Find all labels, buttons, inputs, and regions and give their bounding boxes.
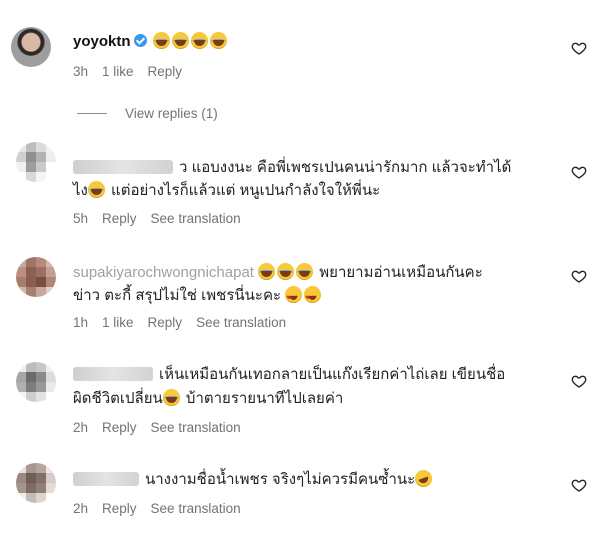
timestamp: 2h (73, 420, 89, 435)
heart-outline-icon[interactable] (571, 40, 587, 56)
timestamp: 1h (73, 315, 89, 330)
reply-button[interactable]: Reply (148, 315, 183, 330)
username[interactable]: yoyoktn (73, 33, 131, 50)
see-translation-button[interactable]: See translation (151, 501, 241, 516)
comment-text-line2: ข่าว ตะกี้ สรุปไม่ใช่ เพชรนี่นะคะ (73, 285, 323, 310)
heart-outline-icon[interactable] (571, 373, 587, 389)
avatar[interactable] (16, 463, 56, 503)
avatar[interactable] (16, 142, 56, 182)
tears-of-joy-emoji-icon (152, 32, 170, 49)
tears-of-joy-emoji-icon (209, 32, 227, 49)
see-translation-button[interactable]: See translation (196, 315, 286, 330)
blurred-username: supakiyarochwongnichapat (73, 264, 254, 281)
blurred-username (73, 472, 139, 486)
comment-meta: 3h 1 like Reply (73, 64, 182, 79)
tears-of-joy-emoji-icon (296, 263, 314, 280)
tears-of-joy-emoji-icon (190, 32, 208, 49)
verified-badge-icon (133, 34, 147, 47)
comment-text-line2: ผิดชีวิตเปลี่ยน บ้าตายรายนาทีไปเลยค่า (73, 389, 344, 407)
reply-button[interactable]: Reply (102, 420, 137, 435)
tears-of-joy-emoji-icon (277, 263, 295, 280)
heart-outline-icon[interactable] (571, 477, 587, 493)
like-count[interactable]: 1 like (102, 315, 134, 330)
avatar[interactable] (11, 27, 51, 67)
tears-of-joy-emoji-icon (162, 389, 180, 406)
blurred-username (73, 367, 153, 381)
comment-meta: 5h Reply See translation (73, 211, 241, 226)
comment-text: supakiyarochwongnichapat พยายามอ่านเหมือ… (73, 263, 483, 281)
avatar[interactable] (16, 257, 56, 297)
divider (77, 113, 107, 114)
tears-of-joy-emoji-icon (258, 263, 276, 280)
comment-meta: 2h Reply See translation (73, 420, 241, 435)
reply-button[interactable]: Reply (148, 64, 183, 79)
comment-text: นางงามชื่อน้ำเพชร จริงๆไม่ควรมีคนซ้ำนะ (73, 469, 434, 491)
pixelated-avatar (16, 257, 56, 297)
reply-button[interactable]: Reply (102, 501, 137, 516)
comment-main: yoyoktn (73, 31, 229, 53)
heart-outline-icon[interactable] (571, 164, 587, 180)
pixelated-avatar (16, 463, 56, 503)
view-replies-label: View replies (1) (125, 106, 218, 121)
timestamp: 5h (73, 211, 89, 226)
timestamp: 3h (73, 64, 89, 79)
comment-meta: 1h 1 like Reply See translation (73, 315, 286, 330)
avatar[interactable] (16, 362, 56, 402)
heart-outline-icon[interactable] (571, 268, 587, 284)
comment-meta: 2h Reply See translation (73, 501, 241, 516)
reply-button[interactable]: Reply (102, 211, 137, 226)
comment-text-line2: ไง แต่อย่างไรก็แล้วแต่ หนูเปนกำลังใจให้พ… (73, 181, 381, 199)
like-count[interactable]: 1 like (102, 64, 134, 79)
pixelated-avatar (16, 142, 56, 182)
see-translation-button[interactable]: See translation (151, 211, 241, 226)
tears-of-joy-emoji-icon (87, 181, 105, 198)
timestamp: 2h (73, 501, 89, 516)
view-replies-button[interactable]: View replies (1) (77, 106, 218, 121)
tears-of-joy-emoji-icon (171, 32, 189, 49)
heart-eyes-emoji-icon (304, 286, 322, 310)
pixelated-avatar (16, 362, 56, 402)
blurred-username (73, 160, 173, 174)
see-translation-button[interactable]: See translation (151, 420, 241, 435)
comment-text: เห็นเหมือนกันเทอกลายเป็นแก๊งเรียกค่าไถ่เ… (73, 364, 505, 386)
heart-eyes-emoji-icon (285, 286, 303, 310)
comment-text: ว แอบงงนะ คือพี่เพชรเปนคนน่ารักมาก แล้วจ… (73, 157, 511, 179)
rolling-laughing-emoji-icon (415, 470, 433, 487)
